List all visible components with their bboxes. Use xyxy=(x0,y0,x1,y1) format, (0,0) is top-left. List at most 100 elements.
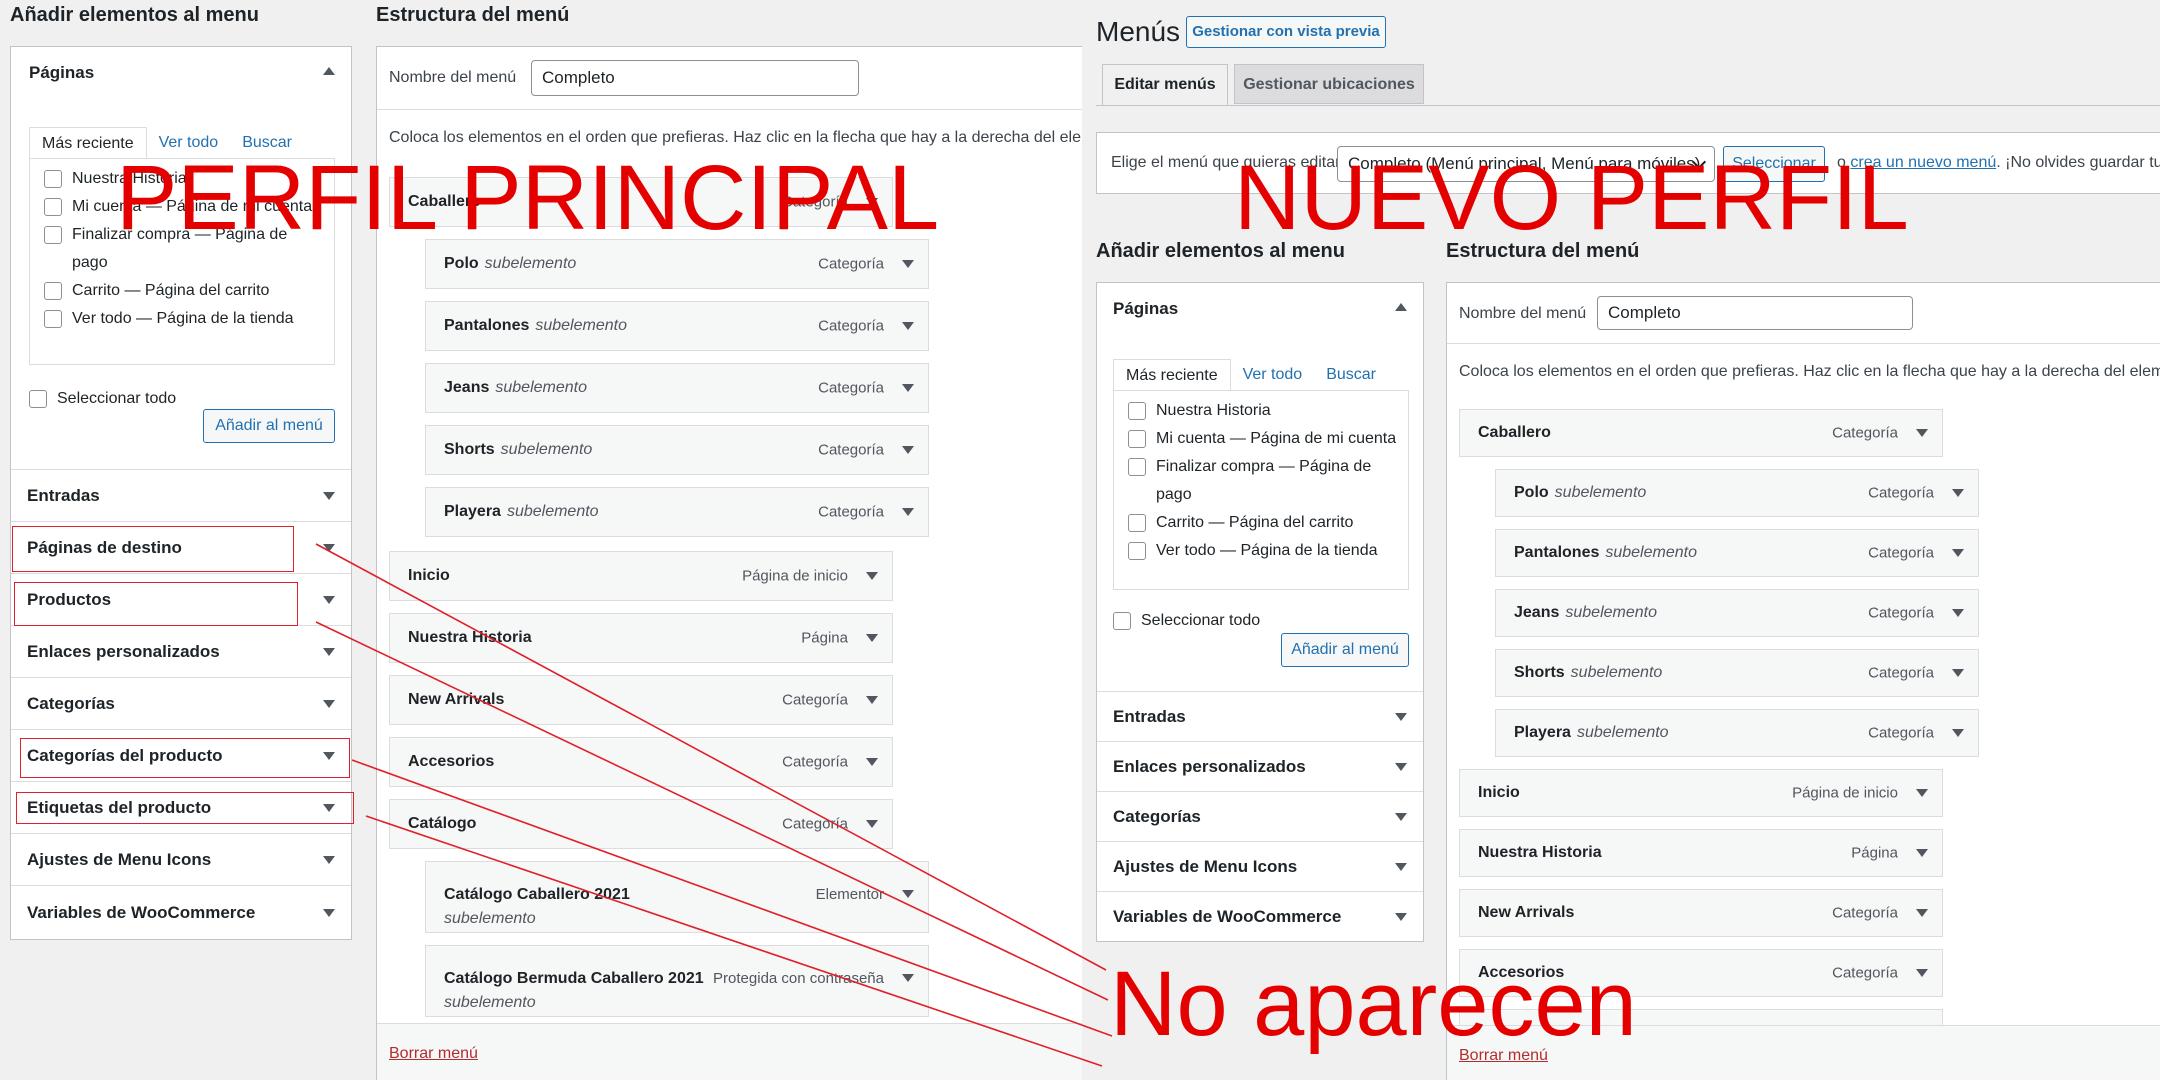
expand-arrow-icon xyxy=(902,890,914,898)
tab-edit-menus[interactable]: Editar menús xyxy=(1102,64,1228,106)
menu-item[interactable]: Nuestra Historia Página xyxy=(1459,829,1943,877)
label-nuevo-perfil: NUEVO PERFIL xyxy=(1234,147,1909,249)
expand-arrow-icon xyxy=(1395,712,1407,721)
menu-item[interactable]: Accesorios Categoría xyxy=(389,737,893,787)
highlight-paginas-de-destino xyxy=(12,526,294,572)
right-select-all[interactable]: Seleccionar todo xyxy=(1113,607,1260,635)
list-item[interactable]: Mi cuenta — Página de mi cuenta xyxy=(1128,425,1396,453)
right-pages-section-header[interactable]: Páginas xyxy=(1097,283,1423,333)
menu-item[interactable]: Pantalones subelemento Categoría xyxy=(1495,529,1979,577)
checkbox[interactable] xyxy=(1128,430,1146,448)
accordion-ajustes-menu-icons[interactable]: Ajustes de Menu Icons xyxy=(11,833,351,885)
select-all-checkbox[interactable] xyxy=(29,390,47,408)
checkbox[interactable] xyxy=(44,198,62,216)
expand-arrow-icon xyxy=(902,322,914,330)
menu-item[interactable]: Playera subelemento Categoría xyxy=(425,487,929,537)
accordion-enlaces-personalizados[interactable]: Enlaces personalizados xyxy=(1097,741,1423,791)
menu-item[interactable]: Inicio Página de inicio xyxy=(389,551,893,601)
instructions-text: Coloca los elementos en el orden que pre… xyxy=(1459,363,2160,380)
accordion-enlaces-personalizados[interactable]: Enlaces personalizados xyxy=(11,625,351,677)
checkbox[interactable] xyxy=(1128,402,1146,420)
left-select-all[interactable]: Seleccionar todo xyxy=(29,385,176,413)
accordion-ajustes-menu-icons[interactable]: Ajustes de Menu Icons xyxy=(1097,841,1423,891)
right-pages-tabs: Más reciente Ver todo Buscar xyxy=(1113,359,1388,393)
expand-arrow-icon xyxy=(1952,729,1964,737)
tab-view-all[interactable]: Ver todo xyxy=(1231,359,1315,393)
list-item[interactable]: Ver todo — Página de la tienda xyxy=(1128,537,1394,565)
delete-menu-link[interactable]: Borrar menú xyxy=(389,1045,478,1063)
expand-arrow-icon xyxy=(1952,669,1964,677)
menu-item[interactable]: Shorts subelemento Categoría xyxy=(425,425,929,475)
menu-name-label: Nombre del menú xyxy=(1459,305,1587,322)
menu-item[interactable]: Catálogo Caballero 2021 subelemento Elemen… xyxy=(425,861,929,933)
menu-item[interactable]: New Arrivals Categoría xyxy=(1459,889,1943,937)
menu-item[interactable]: Inicio Página de inicio xyxy=(1459,769,1943,817)
accordion-variables-woocommerce[interactable]: Variables de WooCommerce xyxy=(11,885,351,939)
menu-item[interactable]: Jeans subelemento Categoría xyxy=(1495,589,1979,637)
manage-preview-button[interactable]: Gestionar con vista previa xyxy=(1186,16,1386,48)
list-item[interactable]: Finalizar compra — Página de pago xyxy=(1128,453,1394,509)
left-pages-section-header[interactable]: Páginas xyxy=(11,47,351,97)
expand-arrow-icon xyxy=(902,384,914,392)
menu-item[interactable]: New Arrivals Categoría xyxy=(389,675,893,725)
expand-arrow-icon xyxy=(866,696,878,704)
menu-item[interactable]: Nuestra Historia Página xyxy=(389,613,893,663)
expand-arrow-icon xyxy=(1916,789,1928,797)
left-add-title: Añadir elementos al menu xyxy=(10,4,259,26)
expand-arrow-icon xyxy=(902,446,914,454)
expand-arrow-icon xyxy=(866,758,878,766)
menu-item[interactable]: Catálogo Categoría xyxy=(389,799,893,849)
accordion-entradas[interactable]: Entradas xyxy=(11,469,351,521)
right-add-items-accordion: Páginas Más reciente Ver todo Buscar Nue… xyxy=(1096,282,1424,942)
expand-arrow-icon xyxy=(323,855,335,864)
expand-arrow-icon xyxy=(1916,429,1928,437)
right-pages-label: Páginas xyxy=(1113,299,1179,318)
tab-search[interactable]: Buscar xyxy=(1314,359,1388,393)
highlight-etiquetas-del-producto xyxy=(16,792,354,824)
expand-arrow-icon xyxy=(323,699,335,708)
expand-arrow-icon xyxy=(866,572,878,580)
left-structure-title: Estructura del menú xyxy=(376,4,570,26)
menu-name-input[interactable]: Completo xyxy=(531,60,859,96)
right-add-to-menu-button[interactable]: Añadir al menú xyxy=(1281,633,1409,667)
page-title: Menús xyxy=(1096,16,1181,47)
list-item[interactable]: Ver todo — Página de la tienda xyxy=(44,305,320,333)
menu-item[interactable]: Pantalones subelemento Categoría xyxy=(425,301,929,351)
checkbox[interactable] xyxy=(1128,458,1146,476)
checkbox[interactable] xyxy=(44,310,62,328)
expand-arrow-icon xyxy=(1395,812,1407,821)
menu-item[interactable]: Polo subelemento Categoría xyxy=(1495,469,1979,517)
menu-item[interactable]: Jeans subelemento Categoría xyxy=(425,363,929,413)
accordion-categorias[interactable]: Categorías xyxy=(1097,791,1423,841)
checkbox[interactable] xyxy=(1128,514,1146,532)
list-item[interactable]: Nuestra Historia xyxy=(1128,397,1394,425)
accordion-variables-woocommerce[interactable]: Variables de WooCommerce xyxy=(1097,891,1423,941)
accordion-entradas[interactable]: Entradas xyxy=(1097,691,1423,741)
checkbox[interactable] xyxy=(44,170,62,188)
checkbox[interactable] xyxy=(44,282,62,300)
expand-arrow-icon xyxy=(1916,849,1928,857)
menu-item[interactable]: Shorts subelemento Categoría xyxy=(1495,649,1979,697)
menu-item[interactable]: Playera subelemento Categoría xyxy=(1495,709,1979,757)
expand-arrow-icon xyxy=(1916,909,1928,917)
menu-item[interactable]: Catálogo Bermuda Caballero 2021 subelemen… xyxy=(425,945,929,1017)
checkbox[interactable] xyxy=(44,226,62,244)
right-pages-checklist: Nuestra Historia Mi cuenta — Página de m… xyxy=(1113,390,1409,590)
collapse-arrow-icon[interactable] xyxy=(1395,303,1407,311)
expand-arrow-icon xyxy=(1952,609,1964,617)
expand-arrow-icon xyxy=(902,508,914,516)
expand-arrow-icon xyxy=(1395,762,1407,771)
list-item[interactable]: Carrito — Página del carrito xyxy=(1128,509,1394,537)
select-all-checkbox[interactable] xyxy=(1113,612,1131,630)
tab-most-recent[interactable]: Más reciente xyxy=(1113,359,1231,393)
left-add-to-menu-button[interactable]: Añadir al menú xyxy=(203,409,335,443)
menu-item[interactable]: Caballero Categoría xyxy=(1459,409,1943,457)
checkbox[interactable] xyxy=(1128,542,1146,560)
expand-arrow-icon xyxy=(1952,489,1964,497)
tab-manage-locations[interactable]: Gestionar ubicaciones xyxy=(1234,64,1424,104)
accordion-categorias[interactable]: Categorías xyxy=(11,677,351,729)
collapse-arrow-icon[interactable] xyxy=(323,67,335,75)
instructions-text: Coloca los elementos en el orden que pre… xyxy=(389,129,1082,146)
list-item[interactable]: Carrito — Página del carrito xyxy=(44,277,320,305)
menu-name-input[interactable]: Completo xyxy=(1597,296,1913,330)
